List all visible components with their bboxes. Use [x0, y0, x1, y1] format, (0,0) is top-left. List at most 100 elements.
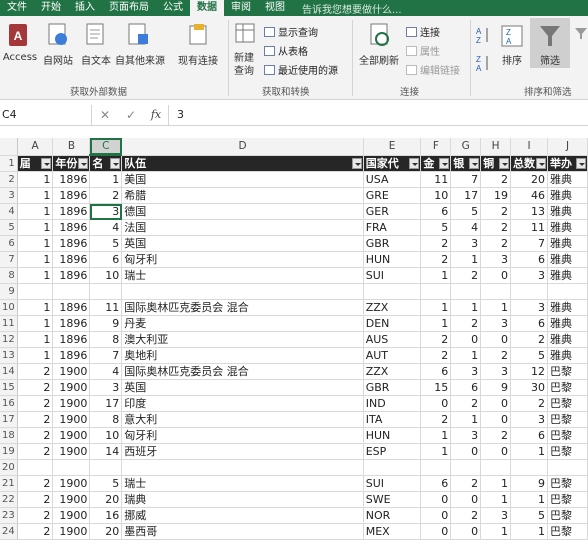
row-header[interactable]: 10: [0, 299, 18, 316]
cell[interactable]: 2: [450, 315, 482, 332]
cell[interactable]: USA: [363, 171, 422, 188]
cell[interactable]: 3: [89, 379, 123, 396]
cell[interactable]: [450, 459, 482, 476]
cell[interactable]: 1896: [52, 251, 91, 268]
filter-dropdown-icon[interactable]: [41, 157, 52, 169]
cell[interactable]: 1: [17, 299, 54, 316]
cell[interactable]: 5: [89, 235, 123, 252]
column-header[interactable]: H: [480, 138, 512, 156]
cell[interactable]: [547, 283, 588, 300]
cell[interactable]: 英国: [121, 379, 364, 396]
column-header[interactable]: C: [89, 138, 123, 156]
row-header[interactable]: 12: [0, 331, 18, 348]
cell[interactable]: 1896: [52, 187, 91, 204]
cell[interactable]: 1: [420, 427, 452, 444]
cell[interactable]: 0: [420, 491, 452, 508]
cell[interactable]: 墨西哥: [121, 523, 364, 540]
cell[interactable]: DEN: [363, 315, 422, 332]
cell[interactable]: 1: [510, 443, 549, 460]
sort-button[interactable]: 排序: [496, 52, 528, 67]
row-header[interactable]: 13: [0, 347, 18, 364]
cell[interactable]: 5: [89, 475, 123, 492]
row-header[interactable]: 2: [0, 171, 18, 188]
cell[interactable]: 10: [89, 427, 123, 444]
cell[interactable]: MEX: [363, 523, 422, 540]
cell[interactable]: 20: [510, 171, 549, 188]
cell[interactable]: 6: [510, 315, 549, 332]
cell[interactable]: 国际奥林匹克委员会 混合: [121, 299, 364, 316]
cell[interactable]: [510, 459, 549, 476]
cell[interactable]: 1900: [52, 523, 91, 540]
cell[interactable]: 2: [17, 491, 54, 508]
cell[interactable]: 挪威: [121, 507, 364, 524]
cell[interactable]: 1: [17, 251, 54, 268]
cell[interactable]: 2: [450, 507, 482, 524]
cell[interactable]: 1: [450, 299, 482, 316]
cell[interactable]: 2: [480, 203, 512, 220]
cell[interactable]: 法国: [121, 219, 364, 236]
existing-connections-icon[interactable]: [186, 22, 210, 51]
cell[interactable]: 3: [510, 267, 549, 284]
cell[interactable]: 2: [480, 347, 512, 364]
cell[interactable]: 1: [17, 267, 54, 284]
cell[interactable]: [89, 283, 123, 300]
cell[interactable]: 1: [480, 523, 512, 540]
cell[interactable]: 1896: [52, 171, 91, 188]
cell[interactable]: 9: [480, 379, 512, 396]
cell[interactable]: 8: [89, 411, 123, 428]
cell[interactable]: 2: [480, 219, 512, 236]
cell[interactable]: 雅典: [547, 315, 588, 332]
cell[interactable]: 6: [89, 251, 123, 268]
cell[interactable]: 0: [450, 331, 482, 348]
cell[interactable]: 瑞典: [121, 491, 364, 508]
cell[interactable]: 奥地利: [121, 347, 364, 364]
cell[interactable]: 11: [420, 171, 452, 188]
column-header[interactable]: E: [363, 138, 422, 156]
cell[interactable]: 2: [89, 187, 123, 204]
cell[interactable]: 巴黎: [547, 363, 588, 380]
cell[interactable]: 12: [510, 363, 549, 380]
cell[interactable]: HUN: [363, 427, 422, 444]
access-icon[interactable]: A: [6, 22, 30, 51]
row-header[interactable]: 1: [0, 155, 18, 172]
cell[interactable]: 1: [420, 299, 452, 316]
cell[interactable]: 1: [17, 203, 54, 220]
cell[interactable]: [450, 283, 482, 300]
new-query-icon[interactable]: [234, 22, 258, 49]
cell[interactable]: 1896: [52, 219, 91, 236]
filter-dropdown-icon[interactable]: [499, 157, 510, 169]
cell[interactable]: 6: [420, 203, 452, 220]
cell[interactable]: 0: [480, 411, 512, 428]
row-header[interactable]: 15: [0, 379, 18, 396]
cell[interactable]: [547, 459, 588, 476]
cell[interactable]: 瑞士: [121, 267, 364, 284]
tab-1[interactable]: 开始: [34, 0, 68, 16]
tab-5[interactable]: 数据: [190, 0, 224, 16]
cell[interactable]: 2: [17, 379, 54, 396]
cell[interactable]: 20: [89, 523, 123, 540]
cell[interactable]: 3: [450, 235, 482, 252]
row-header[interactable]: 8: [0, 267, 18, 284]
cell[interactable]: 0: [450, 443, 482, 460]
row-header[interactable]: 21: [0, 475, 18, 492]
column-header[interactable]: A: [17, 138, 54, 156]
cell[interactable]: 巴黎: [547, 523, 588, 540]
header-cell[interactable]: 金: [420, 155, 452, 172]
cell[interactable]: 0: [420, 395, 452, 412]
from-other-sources-button[interactable]: 自其他来源: [114, 52, 166, 67]
column-header[interactable]: B: [52, 138, 91, 156]
cell[interactable]: 1: [17, 219, 54, 236]
cell[interactable]: 瑞士: [121, 475, 364, 492]
text-file-icon[interactable]: [84, 22, 108, 51]
cell[interactable]: 0: [480, 267, 512, 284]
cell[interactable]: 6: [510, 427, 549, 444]
cell[interactable]: 德国: [121, 203, 364, 220]
cell[interactable]: 巴黎: [547, 411, 588, 428]
cell[interactable]: 1: [480, 299, 512, 316]
row-header[interactable]: 11: [0, 315, 18, 332]
cell[interactable]: 2: [17, 443, 54, 460]
cell[interactable]: 30: [510, 379, 549, 396]
sort-za-icon[interactable]: ZA: [476, 54, 492, 75]
cell[interactable]: 西班牙: [121, 443, 364, 460]
cell[interactable]: 2: [420, 251, 452, 268]
